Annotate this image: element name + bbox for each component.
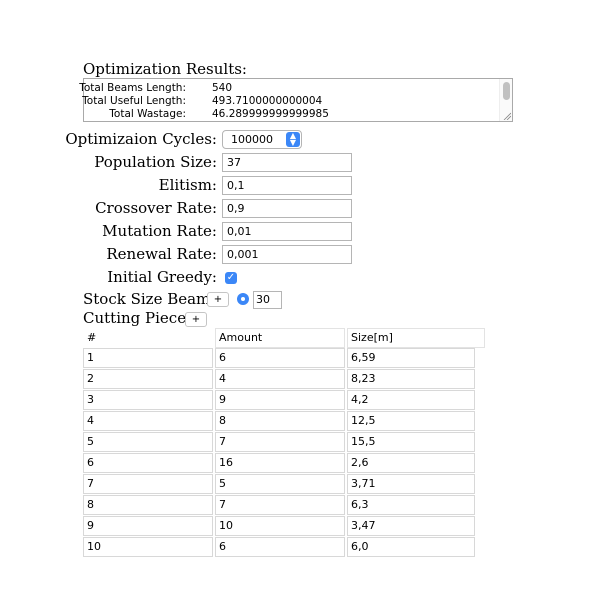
- size-input[interactable]: 3,47: [347, 516, 475, 536]
- header-index: #: [87, 331, 97, 344]
- elitism-input[interactable]: 0,1: [222, 176, 352, 195]
- population-label: Population Size:: [94, 153, 217, 171]
- elitism-label: Elitism:: [158, 176, 217, 194]
- row-index: 7: [83, 474, 213, 494]
- cycles-select[interactable]: 100000 ▲ ▼: [222, 130, 302, 149]
- amount-input[interactable]: 8: [215, 411, 345, 431]
- amount-input[interactable]: 6: [215, 537, 345, 557]
- renewal-label: Renewal Rate:: [106, 245, 217, 263]
- mutation-label: Mutation Rate:: [102, 222, 217, 240]
- result-label: Total Beams Length:: [79, 82, 186, 94]
- result-label: Total Wastage:: [109, 108, 186, 120]
- row-index: 10: [83, 537, 213, 557]
- results-textarea[interactable]: Total Beams Length: 540 Total Useful Len…: [79, 78, 513, 122]
- results-title: Optimization Results:: [83, 60, 247, 78]
- cycles-select-value: 100000: [231, 133, 273, 146]
- amount-input[interactable]: 4: [215, 369, 345, 389]
- crossover-input[interactable]: 0,9: [222, 199, 352, 218]
- result-value: 540: [212, 82, 233, 94]
- row-index: 2: [83, 369, 213, 389]
- size-input[interactable]: 3,71: [347, 474, 475, 494]
- size-input[interactable]: 6,3: [347, 495, 475, 515]
- greedy-label: Initial Greedy:: [107, 268, 217, 286]
- result-label: Total Useful Length:: [82, 95, 186, 107]
- greedy-checkbox[interactable]: ✓: [225, 272, 237, 284]
- size-input[interactable]: 2,6: [347, 453, 475, 473]
- add-piece-button[interactable]: +: [185, 312, 207, 327]
- size-input[interactable]: 6,59: [347, 348, 475, 368]
- row-index: 8: [83, 495, 213, 515]
- row-index: 3: [83, 390, 213, 410]
- mutation-input[interactable]: 0,01: [222, 222, 352, 241]
- size-input[interactable]: 8,23: [347, 369, 475, 389]
- amount-input[interactable]: 16: [215, 453, 345, 473]
- result-row: Total Useful Length: 493.7100000000004: [82, 95, 504, 108]
- pieces-label: Cutting Pieces:: [83, 309, 199, 327]
- result-row: Total Wastage: 46.289999999999985: [84, 108, 504, 121]
- size-input[interactable]: 12,5: [347, 411, 475, 431]
- amount-input[interactable]: 6: [215, 348, 345, 368]
- amount-input[interactable]: 5: [215, 474, 345, 494]
- row-index: 5: [83, 432, 213, 452]
- size-input[interactable]: 15,5: [347, 432, 475, 452]
- amount-input[interactable]: 7: [215, 432, 345, 452]
- row-index: 9: [83, 516, 213, 536]
- result-row: Total Beams Length: 540: [79, 82, 504, 95]
- renewal-input[interactable]: 0,001: [222, 245, 352, 264]
- row-index: 4: [83, 411, 213, 431]
- stock-label: Stock Size Beams:: [83, 290, 224, 308]
- amount-input[interactable]: 10: [215, 516, 345, 536]
- cycles-label: Optimizaion Cycles:: [65, 130, 217, 148]
- resize-handle-icon[interactable]: [503, 112, 511, 120]
- crossover-label: Crossover Rate:: [95, 199, 217, 217]
- result-value: 46.289999999999985: [212, 108, 329, 120]
- population-input[interactable]: 37: [222, 153, 352, 172]
- header-amount: Amount: [215, 328, 345, 348]
- size-input[interactable]: 4,2: [347, 390, 475, 410]
- result-value: 493.7100000000004: [212, 95, 323, 107]
- add-stock-button[interactable]: +: [207, 292, 229, 307]
- header-size: Size[m]: [347, 328, 485, 348]
- select-arrows-icon: ▲ ▼: [286, 132, 300, 147]
- row-index: 1: [83, 348, 213, 368]
- stock-radio[interactable]: [237, 293, 249, 305]
- amount-input[interactable]: 7: [215, 495, 345, 515]
- amount-input[interactable]: 9: [215, 390, 345, 410]
- stock-size-input[interactable]: 30: [253, 291, 282, 309]
- results-scrollbar-thumb[interactable]: [503, 82, 510, 100]
- row-index: 6: [83, 453, 213, 473]
- size-input[interactable]: 6,0: [347, 537, 475, 557]
